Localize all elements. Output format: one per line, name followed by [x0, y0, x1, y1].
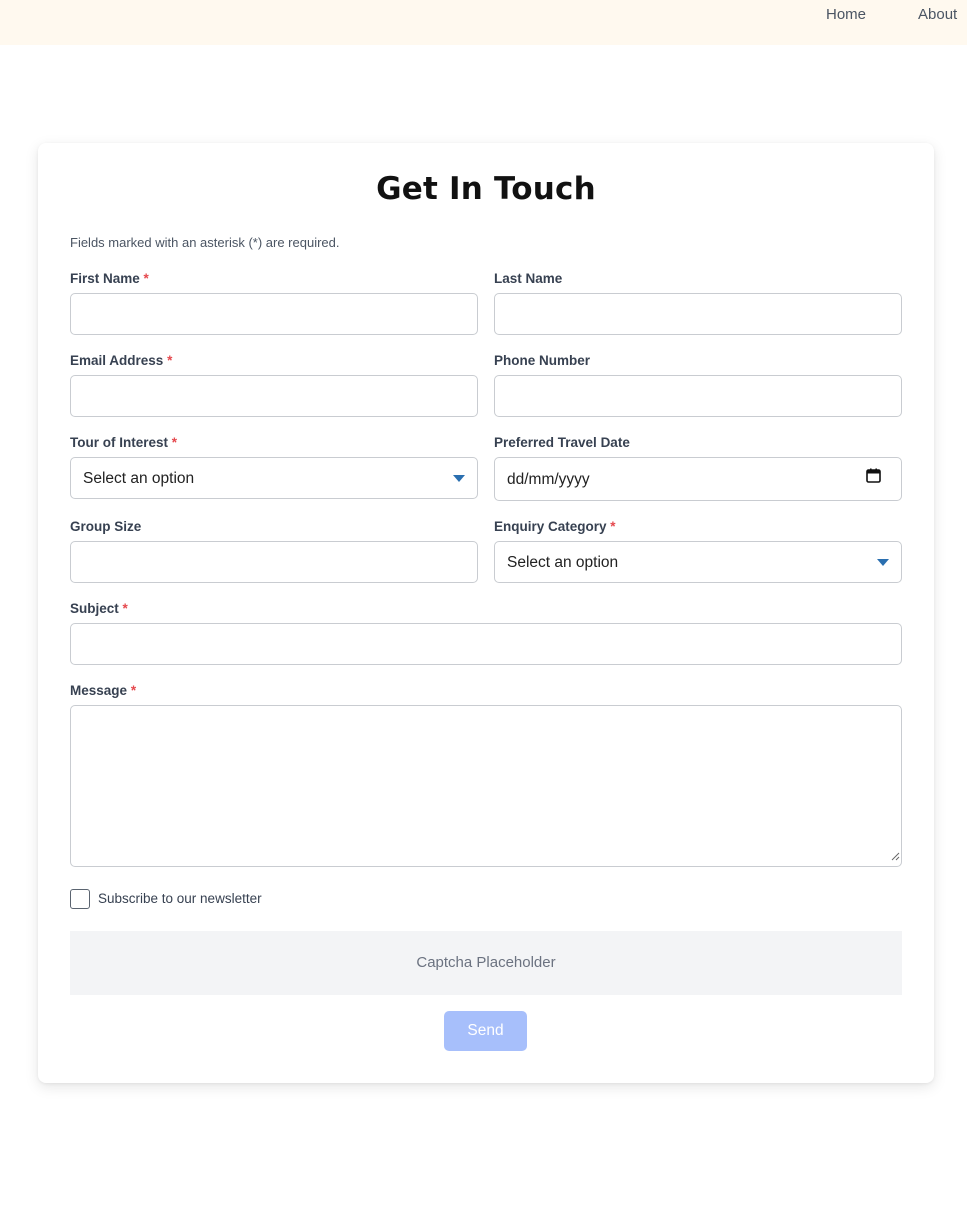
category-select-value: Select an option [507, 554, 619, 571]
travel-date-placeholder: dd/mm/yyyy [507, 471, 590, 488]
required-marker: * [171, 435, 178, 450]
newsletter-checkbox[interactable] [70, 889, 90, 909]
tour-select-value: Select an option [83, 470, 195, 487]
email-label: Email Address * [70, 353, 172, 368]
category-label-text: Enquiry Category [494, 519, 607, 534]
travel-date-input[interactable]: dd/mm/yyyy [494, 457, 902, 501]
required-marker: * [130, 683, 137, 698]
captcha-box[interactable]: Captcha Placeholder [70, 931, 902, 995]
category-label: Enquiry Category * [494, 519, 616, 534]
email-field[interactable] [70, 375, 478, 417]
required-marker: * [122, 601, 128, 616]
tour-select[interactable]: Select an option [70, 457, 478, 499]
chevron-down-icon [877, 559, 889, 566]
last-name-label: Last Name [494, 271, 563, 286]
phone-input[interactable] [494, 375, 902, 417]
subject-label: Subject * [70, 601, 128, 616]
tour-label: Tour of Interest * [70, 435, 177, 450]
nav-link-about[interactable]: About [918, 6, 957, 23]
first-name-label: First Name * [70, 271, 149, 286]
category-select[interactable]: Select an option [494, 541, 902, 583]
required-marker: * [610, 519, 616, 534]
group-size-input[interactable] [70, 541, 478, 583]
resize-handle-icon[interactable] [891, 846, 900, 865]
page-title: Get In Touch [376, 171, 596, 207]
email-label-text: Email Address [70, 353, 164, 368]
required-note: Fields marked with an asterisk (*) are r… [70, 235, 340, 250]
phone-label: Phone Number [494, 353, 591, 368]
travel-date-label: Preferred Travel Date [494, 435, 630, 450]
nav-link-home[interactable]: Home [826, 6, 866, 23]
top-navbar: Home About [0, 0, 967, 45]
required-marker: * [167, 353, 173, 368]
message-label: Message * [70, 683, 136, 698]
last-name-input[interactable] [494, 293, 902, 335]
message-textarea[interactable] [70, 705, 902, 867]
first-name-input[interactable] [70, 293, 478, 335]
subject-label-text: Subject [70, 601, 119, 616]
subject-input[interactable] [70, 623, 902, 665]
group-size-label: Group Size [70, 519, 142, 534]
captcha-text: Captcha Placeholder [416, 954, 556, 971]
first-name-label-text: First Name [70, 271, 140, 286]
message-label-text: Message [70, 683, 128, 698]
required-marker: * [143, 271, 149, 286]
send-button[interactable]: Send [444, 1011, 527, 1051]
newsletter-label[interactable]: Subscribe to our newsletter [98, 891, 262, 906]
contact-form-card: Get In Touch Fields marked with an aster… [38, 143, 934, 1083]
calendar-icon[interactable] [866, 468, 881, 487]
chevron-down-icon [453, 475, 465, 482]
tour-label-text: Tour of Interest [70, 435, 169, 450]
